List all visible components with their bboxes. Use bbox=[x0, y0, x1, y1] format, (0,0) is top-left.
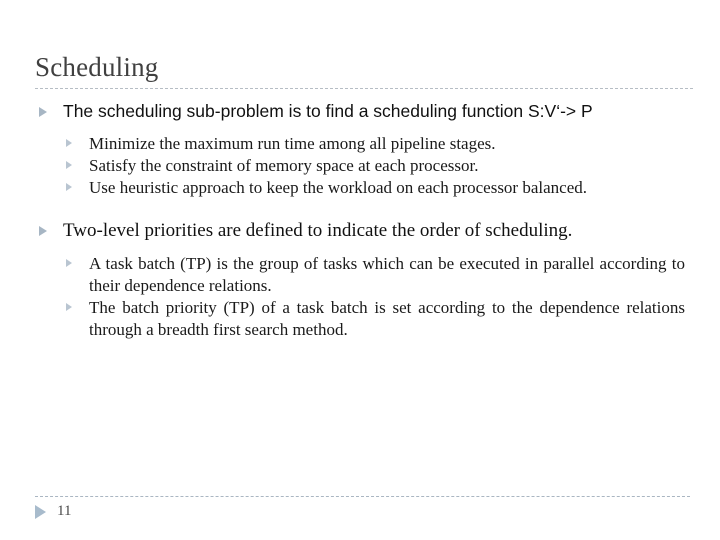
sub-bullet-list: Minimize the maximum run time among all … bbox=[35, 133, 685, 199]
triangle-bullet-icon bbox=[39, 107, 47, 117]
sub-bullet-list: A task batch (TP) is the group of tasks … bbox=[35, 253, 685, 341]
title-block: Scheduling bbox=[35, 52, 693, 82]
sub-bullet-text: A task batch (TP) is the group of tasks … bbox=[89, 254, 685, 295]
triangle-footer-icon bbox=[35, 504, 46, 519]
sub-bullet-item: Minimize the maximum run time among all … bbox=[35, 133, 685, 155]
sub-bullet-text: Use heuristic approach to keep the workl… bbox=[89, 178, 587, 197]
page-number: 11 bbox=[57, 503, 72, 519]
bullet-text: Two-level priorities are defined to indi… bbox=[63, 220, 573, 241]
sub-bullet-item: The batch priority (TP) of a task batch … bbox=[35, 297, 685, 341]
title-divider bbox=[35, 88, 693, 89]
sub-bullet-text: Satisfy the constraint of memory space a… bbox=[89, 156, 479, 175]
triangle-sub-bullet-icon bbox=[66, 259, 72, 267]
sub-bullet-item: A task batch (TP) is the group of tasks … bbox=[35, 253, 685, 297]
triangle-sub-bullet-icon bbox=[66, 183, 72, 191]
slide-footer: 11 bbox=[35, 504, 71, 519]
slide-canvas: Scheduling The scheduling sub-problem is… bbox=[0, 0, 720, 540]
footer-divider bbox=[35, 496, 690, 497]
page-title: Scheduling bbox=[35, 52, 159, 82]
bullet-item: The scheduling sub-problem is to find a … bbox=[35, 100, 685, 123]
bullet-item: Two-level priorities are defined to indi… bbox=[35, 219, 685, 243]
sub-bullet-text: Minimize the maximum run time among all … bbox=[89, 134, 496, 153]
slide-body: The scheduling sub-problem is to find a … bbox=[35, 100, 685, 341]
sub-bullet-text: The batch priority (TP) of a task batch … bbox=[89, 298, 685, 339]
sub-bullet-item: Satisfy the constraint of memory space a… bbox=[35, 155, 685, 177]
triangle-sub-bullet-icon bbox=[66, 139, 72, 147]
triangle-sub-bullet-icon bbox=[66, 303, 72, 311]
sub-bullet-item: Use heuristic approach to keep the workl… bbox=[35, 177, 685, 199]
triangle-sub-bullet-icon bbox=[66, 161, 72, 169]
bullet-text: The scheduling sub-problem is to find a … bbox=[63, 101, 593, 121]
triangle-bullet-icon bbox=[39, 226, 47, 236]
